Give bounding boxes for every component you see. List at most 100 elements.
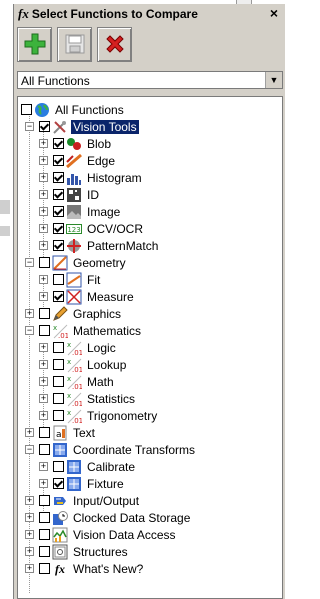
checkbox[interactable] (39, 512, 50, 523)
tree-item-vision-data-access[interactable]: Vision Data Access (39, 526, 178, 543)
checkbox[interactable] (39, 427, 50, 438)
expand-toggle[interactable]: + (39, 360, 48, 369)
tree-item-mathematics[interactable]: x .01 Mathematics (39, 322, 143, 339)
tree-item-fit[interactable]: Fit (53, 271, 102, 288)
function-filter-dropdown[interactable]: All Functions ▼ (17, 71, 283, 89)
image-icon (67, 204, 81, 219)
tree-item-fixture[interactable]: Fixture (53, 475, 126, 492)
checkbox[interactable] (39, 257, 50, 268)
checkbox[interactable] (39, 495, 50, 506)
checkbox[interactable] (53, 359, 64, 370)
tree-item-statistics[interactable]: x .01 Statistics (53, 390, 137, 407)
expand-toggle[interactable]: + (39, 156, 48, 165)
checkbox[interactable] (53, 410, 64, 421)
tree-item-whats-new[interactable]: fx What's New? (39, 560, 145, 577)
tree-item-calibrate[interactable]: Calibrate (53, 458, 137, 475)
tree-item-patternmatch[interactable]: PatternMatch (53, 237, 160, 254)
tree-item-logic[interactable]: x .01 Logic (53, 339, 118, 356)
expand-toggle[interactable]: + (25, 564, 34, 573)
checkbox[interactable] (53, 376, 64, 387)
checkbox[interactable] (53, 138, 64, 149)
save-button[interactable] (57, 26, 92, 62)
expand-toggle[interactable]: + (25, 428, 34, 437)
add-button[interactable] (17, 26, 52, 62)
select-functions-panel: fx Select Functions to Compare × All Fun… (13, 4, 285, 599)
tree-item-structures[interactable]: Structures (39, 543, 130, 560)
checkbox[interactable] (39, 546, 50, 557)
checkbox[interactable] (53, 240, 64, 251)
math-icon: x.01 (67, 375, 82, 390)
expand-toggle[interactable]: + (39, 173, 48, 182)
collapse-toggle[interactable]: − (25, 445, 34, 454)
tree-item-id[interactable]: ID (53, 186, 101, 203)
tree-item-math[interactable]: x .01 Math (53, 373, 116, 390)
close-button[interactable]: × (267, 6, 281, 20)
expand-toggle[interactable]: + (39, 139, 48, 148)
expand-toggle[interactable]: + (39, 479, 48, 488)
tree-item-image[interactable]: Image (53, 203, 122, 220)
checkbox[interactable] (53, 461, 64, 472)
checkbox[interactable] (39, 325, 50, 336)
checkbox[interactable] (39, 563, 50, 574)
checkbox[interactable] (53, 155, 64, 166)
checkbox[interactable] (53, 291, 64, 302)
expand-toggle[interactable]: + (25, 309, 34, 318)
tree-item-clocked-data-storage[interactable]: Clocked Data Storage (39, 509, 192, 526)
checkbox[interactable] (53, 172, 64, 183)
svg-text:.01: .01 (72, 417, 82, 424)
tree-item-graphics[interactable]: Graphics (39, 305, 123, 322)
checkbox[interactable] (53, 274, 64, 285)
svg-text:.01: .01 (72, 400, 82, 407)
checkbox[interactable] (53, 223, 64, 234)
checkbox[interactable] (53, 478, 64, 489)
tree-item-label: Histogram (87, 170, 142, 185)
tree-item-histogram[interactable]: Histogram (53, 169, 144, 186)
expand-toggle[interactable]: + (39, 394, 48, 403)
tree-item-label: Coordinate Transforms (73, 442, 196, 457)
tree-item-label: Image (87, 204, 121, 219)
tree-item-measure[interactable]: Measure (53, 288, 136, 305)
expand-toggle[interactable]: + (39, 207, 48, 216)
expand-toggle[interactable]: + (39, 411, 48, 420)
checkbox[interactable] (39, 308, 50, 319)
tree-item-blob[interactable]: Blob (53, 135, 113, 152)
tree-item-vision-tools[interactable]: Vision Tools (39, 118, 139, 135)
expand-toggle[interactable]: + (25, 513, 34, 522)
checkbox[interactable] (53, 342, 64, 353)
checkbox[interactable] (39, 529, 50, 540)
collapse-toggle[interactable]: − (25, 258, 34, 267)
tree-item-lookup[interactable]: x .01 Lookup (53, 356, 128, 373)
expand-toggle[interactable]: + (39, 292, 48, 301)
expand-toggle[interactable]: + (25, 496, 34, 505)
expand-toggle[interactable]: + (39, 377, 48, 386)
collapse-toggle[interactable]: − (25, 122, 34, 131)
expand-toggle[interactable]: + (39, 462, 48, 471)
tree-item-edge[interactable]: Edge (53, 152, 117, 169)
expand-toggle[interactable]: + (39, 190, 48, 199)
svg-text:x: x (53, 324, 57, 332)
tree-item-ocv-ocr[interactable]: 123 OCV/OCR (53, 220, 145, 237)
expand-toggle[interactable]: + (39, 275, 48, 284)
checkbox[interactable] (53, 393, 64, 404)
checkbox[interactable] (53, 206, 64, 217)
checkbox[interactable] (21, 104, 32, 115)
chevron-down-icon[interactable]: ▼ (265, 72, 282, 88)
delete-button[interactable] (97, 26, 132, 62)
checkbox[interactable] (53, 189, 64, 200)
tree-item-text[interactable]: a Text (39, 424, 97, 441)
expand-toggle[interactable]: + (39, 241, 48, 250)
expand-toggle[interactable]: + (25, 530, 34, 539)
tree-item-coordinate-transforms[interactable]: Coordinate Transforms (39, 441, 197, 458)
expand-toggle[interactable]: + (25, 547, 34, 556)
expand-toggle[interactable]: + (39, 224, 48, 233)
tree-item-label: What's New? (73, 561, 144, 576)
expand-toggle[interactable]: + (39, 343, 48, 352)
checkbox[interactable] (39, 444, 50, 455)
tree-item-trigonometry[interactable]: x .01 Trigonometry (53, 407, 159, 424)
calibrate-icon (67, 459, 81, 474)
collapse-toggle[interactable]: − (25, 326, 34, 335)
tree-item-input-output[interactable]: Input/Output (39, 492, 141, 509)
checkbox[interactable] (39, 121, 50, 132)
tree-item-all-functions[interactable]: All Functions (21, 101, 126, 118)
tree-item-geometry[interactable]: Geometry (39, 254, 128, 271)
